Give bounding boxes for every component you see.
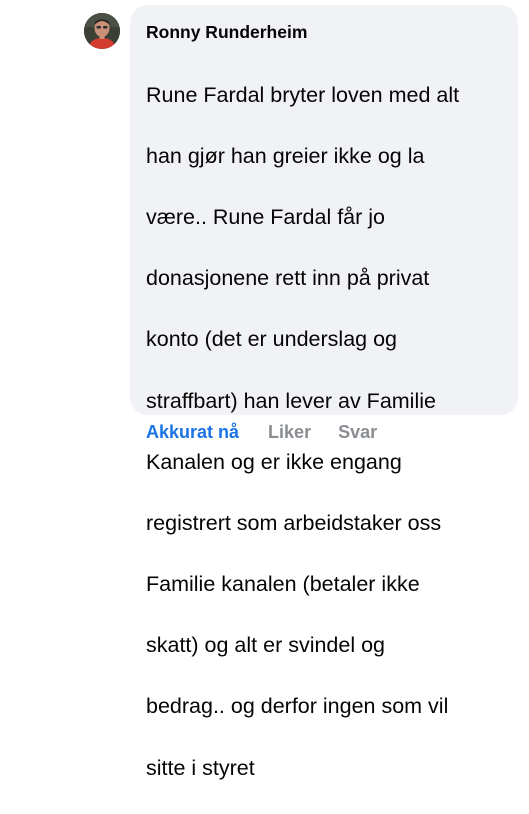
comment-text-line: konto (det er underslag og <box>146 327 397 352</box>
profile-photo-icon <box>84 13 120 49</box>
comment-text-line: Rune Fardal bryter loven med alt <box>146 82 460 107</box>
comment-text-line: Kanalen og er ikke engang <box>146 449 402 474</box>
comment-text-line: straffbart) han lever av Familie <box>146 388 436 413</box>
comment-author[interactable]: Ronny Runderheim <box>146 21 307 43</box>
comment-text-line: han gjør han greier ikke og la <box>146 143 425 168</box>
comment-text-line: Familie kanalen (betaler ikke <box>146 572 420 597</box>
comment-bubble: Ronny Runderheim Rune Fardal bryter love… <box>130 5 518 780</box>
comment-actions: Akkurat nå Liker Svar <box>146 419 377 445</box>
like-button[interactable]: Liker <box>268 422 311 443</box>
comment-text-line: sitte i styret <box>146 755 255 780</box>
comment-text-line: donasjonene rett inn på privat <box>146 266 430 291</box>
comment-text-line: være.. Rune Fardal får jo <box>146 204 385 229</box>
timestamp-link[interactable]: Akkurat nå <box>146 422 239 443</box>
comment-text-line: skatt) og alt er svindel og <box>146 633 386 658</box>
reply-button[interactable]: Svar <box>338 422 377 443</box>
comment-text-line: registrert som arbeidstaker oss <box>146 510 442 535</box>
comment: Ronny Runderheim Rune Fardal bryter love… <box>0 0 529 780</box>
avatar[interactable] <box>84 13 120 49</box>
comment-text-line: bedrag.. og derfor ingen som vil <box>146 694 449 719</box>
